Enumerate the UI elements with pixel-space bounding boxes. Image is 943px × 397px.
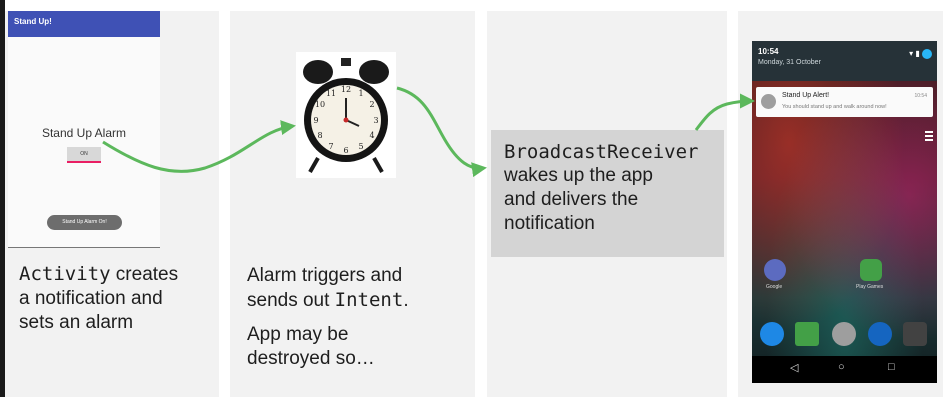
receiver-line3: and delivers the [504, 189, 639, 210]
status-date: Monday, 31 October [758, 59, 821, 66]
phone-app-icon[interactable] [760, 322, 784, 346]
home-icon[interactable]: ○ [838, 361, 845, 373]
svg-text:6: 6 [343, 146, 348, 155]
caption-activity-line2: a notification and [19, 288, 163, 309]
play-games-icon[interactable] [860, 259, 882, 281]
caption-activity: Activity creates a notification and sets… [19, 262, 178, 335]
receiver-line2: wakes up the app [504, 165, 653, 186]
alarm-on-button[interactable]: Stand Up Alarm On! [47, 215, 122, 230]
svg-text:5: 5 [358, 142, 363, 151]
caption-alarm-line2-prefix: sends out [247, 290, 335, 311]
play-games-label: Play Games [856, 284, 884, 290]
notification-body: You should stand up and walk around now! [782, 104, 887, 110]
svg-text:7: 7 [328, 142, 333, 151]
caption-alarm-line4: destroyed so… [247, 348, 375, 369]
contacts-app-icon[interactable] [795, 322, 819, 346]
caption-activity-code: Activity [19, 263, 111, 285]
activity-phone-screen: Stand Up! Stand Up Alarm ON Stand Up Ala… [8, 11, 160, 248]
svg-text:8: 8 [317, 131, 322, 140]
notification-time: 10:54 [914, 93, 927, 99]
status-bar: 10:54 Monday, 31 October ▾ ▮ [752, 41, 937, 81]
svg-text:1: 1 [358, 89, 363, 98]
caption-alarm-code: Intent [334, 289, 404, 311]
svg-text:9: 9 [313, 116, 318, 125]
caption-activity-line1: creates [110, 264, 179, 285]
clock-icon: 12 12 3 45 6 78 9 1011 [303, 58, 389, 173]
receiver-code: BroadcastReceiver [504, 141, 699, 163]
nav-bar: ◁ ○ □ [752, 356, 937, 383]
caption-alarm-line3: App may be [247, 324, 349, 345]
alarm-toggle[interactable]: ON [67, 147, 101, 163]
google-app-icon[interactable] [764, 259, 786, 281]
user-icon [922, 49, 932, 59]
alarm-clock-image: 12 1 2 3 45 6 78 9 10 11 [296, 52, 396, 178]
google-app-label: Google [766, 284, 783, 290]
svg-text:12: 12 [341, 85, 351, 94]
browser-app-icon[interactable] [868, 322, 892, 346]
svg-text:11: 11 [326, 89, 336, 98]
status-icons: ▾ ▮ [909, 49, 932, 59]
notification-icon [761, 94, 776, 109]
recents-icon[interactable]: □ [888, 361, 895, 373]
notification-phone-screen: 10:54 Monday, 31 October ▾ ▮ Stand Up Al… [752, 41, 937, 383]
notification-card[interactable]: Stand Up Alert! 10:54 You should stand u… [756, 87, 933, 117]
caption-alarm-line1: Alarm triggers and [247, 265, 403, 286]
menu-icon[interactable] [925, 131, 933, 143]
caption-activity-line3: sets an alarm [19, 312, 134, 333]
notification-title: Stand Up Alert! [782, 92, 830, 99]
receiver-box: BroadcastReceiver wakes up the app and d… [491, 130, 724, 257]
svg-text:2: 2 [369, 100, 374, 109]
app-bar: Stand Up! [8, 11, 160, 37]
back-icon[interactable]: ◁ [790, 361, 798, 374]
receiver-text: BroadcastReceiver wakes up the app and d… [504, 140, 698, 236]
caption-alarm-line2-suffix: . [403, 290, 409, 311]
app-title: Stand Up! [14, 17, 52, 26]
svg-text:3: 3 [373, 116, 378, 125]
svg-text:4: 4 [369, 131, 374, 140]
status-time: 10:54 [758, 47, 779, 56]
alarm-label: Stand Up Alarm [41, 126, 127, 140]
app-drawer-icon[interactable] [832, 322, 856, 346]
svg-text:10: 10 [315, 100, 325, 109]
receiver-line4: notification [504, 213, 595, 234]
caption-alarm: Alarm triggers and sends out Intent. App… [247, 264, 409, 371]
camera-app-icon[interactable] [903, 322, 927, 346]
